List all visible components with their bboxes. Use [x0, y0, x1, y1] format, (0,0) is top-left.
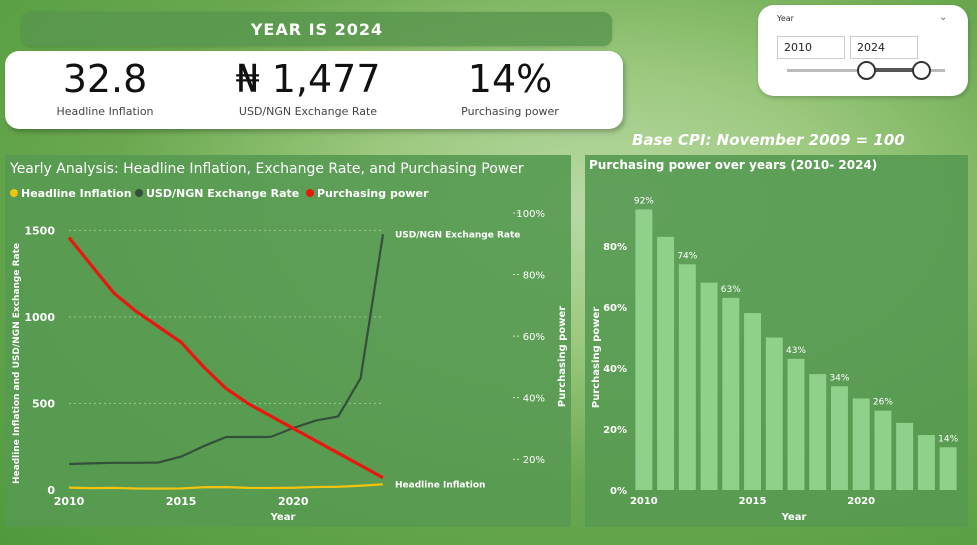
- year-slicer[interactable]: Year ⌄ 2010 2024: [758, 5, 968, 96]
- line-chart: Yearly Analysis: Headline Inflation, Exc…: [5, 155, 571, 527]
- y2-tick-label: 20%: [523, 455, 545, 466]
- line-chart-panel: Yearly Analysis: Headline Inflation, Exc…: [5, 155, 571, 527]
- legend-label[interactable]: Headline Inflation: [21, 187, 132, 200]
- y2-tick-label: 80%: [523, 271, 545, 282]
- kpi-purchasing-power: 14% Purchasing power: [410, 55, 610, 118]
- bar-chart: Purchasing power over years (2010- 2024)…: [585, 155, 968, 527]
- kpi-value: 14%: [467, 57, 553, 101]
- bar[interactable]: [765, 337, 783, 491]
- y-axis-title: Headline Inflation and USD/NGN Exchange …: [12, 243, 22, 484]
- base-cpi-note: Base CPI: November 2009 = 100: [632, 131, 905, 149]
- y-tick-label: 0%: [610, 486, 627, 497]
- slicer-end-handle[interactable]: [912, 61, 931, 80]
- x-tick-label: 2010: [54, 495, 85, 508]
- year-banner-title: YEAR IS 2024: [250, 19, 384, 39]
- y-axis-title: Purchasing power: [591, 307, 602, 408]
- bar[interactable]: [678, 264, 696, 490]
- legend-marker[interactable]: [135, 189, 143, 197]
- bar[interactable]: [722, 297, 740, 490]
- bar[interactable]: [917, 435, 935, 490]
- legend-marker[interactable]: [306, 189, 314, 197]
- slicer-start-input[interactable]: 2010: [777, 36, 845, 59]
- bar[interactable]: [657, 236, 675, 490]
- x-axis-title: Year: [270, 512, 296, 523]
- x-tick-label: 2015: [166, 495, 197, 508]
- data-label: 74%: [677, 251, 697, 261]
- x-tick-label: 2010: [630, 496, 658, 507]
- y2-axis-title: Purchasing power: [557, 306, 568, 407]
- y-tick-label: 40%: [603, 364, 627, 375]
- legend-label[interactable]: Purchasing power: [317, 187, 429, 200]
- data-label: 14%: [938, 434, 958, 444]
- year-banner: YEAR IS 2024: [22, 12, 612, 46]
- data-label: 26%: [873, 398, 893, 408]
- bar[interactable]: [635, 209, 653, 490]
- line-chart-title: Yearly Analysis: Headline Inflation, Exc…: [9, 161, 524, 177]
- kpi-value: 32.8: [62, 57, 148, 101]
- y-tick-label: 80%: [603, 242, 627, 253]
- bar-chart-title: Purchasing power over years (2010- 2024): [589, 158, 877, 172]
- legend-marker[interactable]: [10, 189, 18, 197]
- y-tick-label: 20%: [603, 425, 627, 436]
- bar[interactable]: [830, 386, 848, 490]
- x-axis-title: Year: [781, 512, 807, 523]
- chevron-down-icon[interactable]: ⌄: [939, 12, 947, 23]
- data-label: 63%: [721, 285, 741, 295]
- bar[interactable]: [809, 374, 827, 490]
- y2-tick-label: 60%: [523, 332, 545, 343]
- y-tick-label: 500: [32, 397, 55, 410]
- slicer-start-handle[interactable]: [857, 61, 876, 80]
- kpi-card: 32.8 Headline Inflation ₦ 1,477 USD/NGN …: [5, 51, 623, 129]
- bar[interactable]: [896, 422, 914, 490]
- bar[interactable]: [744, 313, 762, 490]
- bar[interactable]: [874, 410, 892, 490]
- legend-label[interactable]: USD/NGN Exchange Rate: [146, 187, 299, 200]
- y2-tick-label: 40%: [523, 394, 545, 405]
- bar[interactable]: [787, 358, 805, 490]
- bar-chart-panel: Purchasing power over years (2010- 2024)…: [585, 155, 968, 527]
- kpi-headline-inflation: 32.8 Headline Inflation: [5, 55, 205, 118]
- slicer-title: Year: [777, 14, 794, 23]
- kpi-label: USD/NGN Exchange Rate: [238, 105, 378, 118]
- kpi-value: ₦ 1,477: [235, 57, 381, 101]
- y2-tick-label: 100%: [516, 209, 545, 220]
- bar[interactable]: [939, 447, 957, 490]
- series-end-label: USD/NGN Exchange Rate: [395, 230, 520, 240]
- x-tick-label: 2020: [847, 496, 875, 507]
- data-label: 92%: [634, 196, 654, 206]
- line-chart-bg: [5, 155, 571, 527]
- y-tick-label: 1500: [24, 224, 55, 237]
- bar[interactable]: [700, 282, 718, 490]
- data-label: 34%: [829, 373, 849, 383]
- data-label: 43%: [786, 346, 806, 356]
- bar[interactable]: [852, 398, 870, 491]
- line-chart-legend[interactable]: Headline Inflation USD/NGN Exchange Rate P…: [10, 187, 429, 200]
- x-tick-label: 2015: [739, 496, 767, 507]
- kpi-exchange-rate: ₦ 1,477 USD/NGN Exchange Rate: [208, 55, 408, 118]
- y-tick-label: 1000: [24, 311, 55, 324]
- kpi-label: Purchasing power: [461, 105, 559, 118]
- y-tick-label: 60%: [603, 303, 627, 314]
- slicer-end-input[interactable]: 2024: [850, 36, 918, 59]
- series-end-label: Headline Inflation: [395, 480, 485, 490]
- x-tick-label: 2020: [278, 495, 309, 508]
- kpi-label: Headline Inflation: [56, 105, 154, 118]
